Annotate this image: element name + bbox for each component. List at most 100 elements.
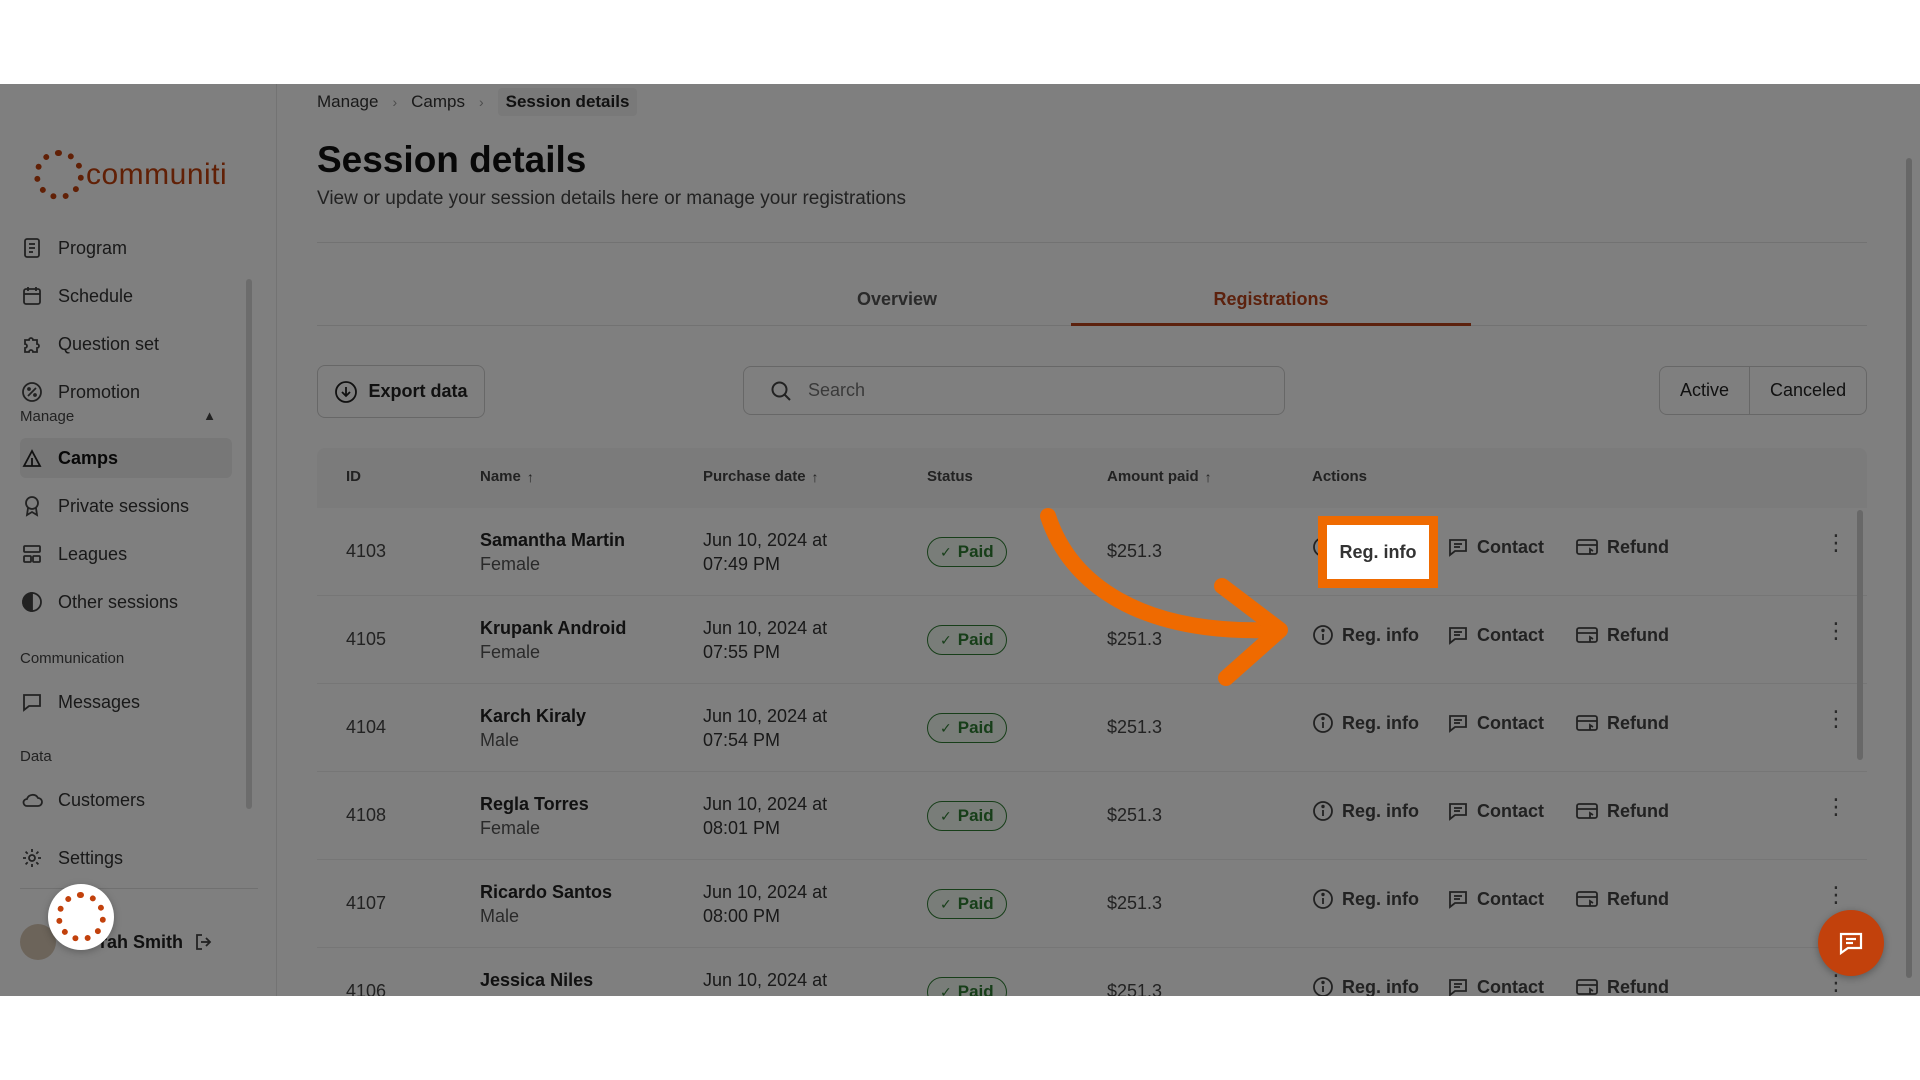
status-label: Paid bbox=[957, 630, 994, 649]
contact-button[interactable]: Contact bbox=[1447, 888, 1544, 910]
brand-logo[interactable]: communiti bbox=[34, 150, 227, 200]
info-icon bbox=[1312, 800, 1334, 822]
refund-label: Refund bbox=[1607, 800, 1669, 821]
contact-button[interactable]: Contact bbox=[1447, 976, 1544, 996]
reg-info-button[interactable]: Reg. info bbox=[1312, 712, 1419, 734]
column-header-status: Status bbox=[927, 468, 973, 485]
refund-button[interactable]: Refund bbox=[1575, 800, 1669, 822]
logo-ring-icon bbox=[34, 150, 84, 200]
more-options-icon[interactable]: ⋮ bbox=[1825, 532, 1847, 554]
manage-section-header[interactable]: Manage ▲ bbox=[20, 408, 216, 425]
divider bbox=[317, 242, 1867, 243]
reg-info-button[interactable]: Reg. info bbox=[1312, 888, 1419, 910]
status-badge: ✓ Paid bbox=[927, 977, 1007, 996]
refund-card-icon bbox=[1575, 624, 1599, 646]
cell-purchase-time: 07:49 PM bbox=[703, 554, 781, 574]
page-scrollbar[interactable] bbox=[1906, 158, 1912, 978]
sidebar-item-question-set[interactable]: Question set bbox=[20, 324, 232, 364]
refund-button[interactable]: Refund bbox=[1575, 712, 1669, 734]
user-profile[interactable]: rah Smith bbox=[20, 924, 215, 960]
cell-id: 4103 bbox=[346, 541, 387, 561]
search-icon bbox=[770, 380, 792, 402]
help-widget-logo[interactable] bbox=[48, 884, 114, 950]
reg-info-label: Reg. info bbox=[1342, 800, 1419, 821]
cell-id: 4105 bbox=[346, 629, 387, 649]
cell-purchase-date: Jun 10, 2024 at bbox=[703, 794, 828, 814]
check-icon: ✓ bbox=[940, 983, 952, 997]
cell-id: 4107 bbox=[346, 893, 387, 913]
reg-info-label: Reg. info bbox=[1342, 888, 1419, 909]
breadcrumb-manage[interactable]: Manage bbox=[317, 92, 378, 112]
chat-button[interactable] bbox=[1818, 910, 1884, 976]
cell-gender: Female bbox=[480, 642, 541, 662]
download-icon bbox=[334, 380, 358, 404]
refund-button[interactable]: Refund bbox=[1575, 976, 1669, 996]
refund-card-icon bbox=[1575, 712, 1599, 734]
sidebar-item-leagues[interactable]: Leagues bbox=[20, 534, 232, 574]
search-input[interactable] bbox=[808, 380, 1248, 401]
sidebar-item-program[interactable]: Program bbox=[20, 228, 232, 268]
reg-info-label: Reg. info bbox=[1342, 712, 1419, 733]
contact-button[interactable]: Contact bbox=[1447, 536, 1544, 558]
column-header-purchase-date[interactable]: Purchase date ↑ bbox=[703, 468, 819, 485]
export-data-button[interactable]: Export data bbox=[317, 365, 485, 418]
cell-amount: $251.3 bbox=[1107, 893, 1163, 913]
search-box[interactable] bbox=[743, 366, 1285, 415]
sidebar-item-other-sessions[interactable]: Other sessions bbox=[20, 582, 232, 622]
contact-button[interactable]: Contact bbox=[1447, 712, 1544, 734]
export-data-label: Export data bbox=[368, 381, 468, 401]
refund-button[interactable]: Refund bbox=[1575, 888, 1669, 910]
sidebar-divider bbox=[20, 888, 258, 889]
column-header-name[interactable]: Name ↑ bbox=[480, 468, 534, 485]
breadcrumb-camps[interactable]: Camps bbox=[411, 92, 465, 112]
sidebar-item-schedule[interactable]: Schedule bbox=[20, 276, 232, 316]
chat-icon bbox=[1836, 928, 1866, 958]
cell-id: 4108 bbox=[346, 805, 387, 825]
cell-name: Krupank Android bbox=[480, 618, 627, 638]
sidebar-item-promotion[interactable]: Promotion bbox=[20, 372, 232, 412]
sidebar-item-camps[interactable]: Camps bbox=[20, 438, 232, 478]
cell-name: Regla Torres bbox=[480, 794, 589, 814]
filter-active-button[interactable]: Active bbox=[1660, 367, 1749, 414]
tab-overview[interactable]: Overview bbox=[697, 284, 1097, 326]
more-options-icon[interactable]: ⋮ bbox=[1825, 620, 1847, 642]
calendar-icon bbox=[20, 284, 44, 308]
more-options-icon[interactable]: ⋮ bbox=[1825, 972, 1847, 994]
status-label: Paid bbox=[957, 718, 994, 737]
column-header-label: Name bbox=[480, 468, 521, 485]
table-header: ID Name ↑ Purchase date ↑ Status Amount pa… bbox=[317, 448, 1867, 508]
column-header-label: Purchase date bbox=[703, 468, 806, 485]
sidebar-scrollbar[interactable] bbox=[246, 279, 252, 809]
tab-registrations[interactable]: Registrations bbox=[1071, 284, 1471, 326]
sidebar-item-label: Other sessions bbox=[58, 591, 179, 612]
refund-button[interactable]: Refund bbox=[1575, 624, 1669, 646]
refund-button[interactable]: Refund bbox=[1575, 536, 1669, 558]
cell-name: Samantha Martin bbox=[480, 530, 626, 550]
sidebar-item-settings[interactable]: Settings bbox=[20, 838, 232, 878]
sidebar-item-private-sessions[interactable]: Private sessions bbox=[20, 486, 232, 526]
status-filter: Active Canceled bbox=[1659, 366, 1868, 415]
reg-info-button[interactable]: Reg. info bbox=[1312, 976, 1419, 996]
sidebar-item-customers[interactable]: Customers bbox=[20, 780, 232, 820]
contact-button[interactable]: Contact bbox=[1447, 800, 1544, 822]
contact-button[interactable]: Contact bbox=[1447, 624, 1544, 646]
more-options-icon[interactable]: ⋮ bbox=[1825, 884, 1847, 906]
message-icon bbox=[20, 690, 44, 714]
table-scrollbar[interactable] bbox=[1857, 510, 1863, 760]
sidebar-item-messages[interactable]: Messages bbox=[20, 682, 232, 722]
status-badge: ✓ Paid bbox=[927, 713, 1007, 743]
reg-info-button[interactable]: Reg. info bbox=[1312, 800, 1419, 822]
contact-label: Contact bbox=[1477, 800, 1544, 821]
cell-purchase-date: Jun 10, 2024 at bbox=[703, 618, 828, 638]
more-options-icon[interactable]: ⋮ bbox=[1825, 708, 1847, 730]
highlight-reg-info[interactable]: Reg. info bbox=[1318, 516, 1438, 588]
logout-icon[interactable] bbox=[193, 931, 215, 953]
app-window: communiti Program Schedule Question set … bbox=[0, 84, 1920, 996]
more-options-icon[interactable]: ⋮ bbox=[1825, 796, 1847, 818]
message-icon bbox=[1447, 712, 1469, 734]
page-title: Session details bbox=[317, 139, 587, 180]
cell-gender: Male bbox=[480, 730, 520, 750]
cell-gender: Female bbox=[480, 554, 541, 574]
filter-canceled-button[interactable]: Canceled bbox=[1749, 367, 1866, 414]
column-header-amount-paid[interactable]: Amount paid ↑ bbox=[1107, 468, 1212, 485]
